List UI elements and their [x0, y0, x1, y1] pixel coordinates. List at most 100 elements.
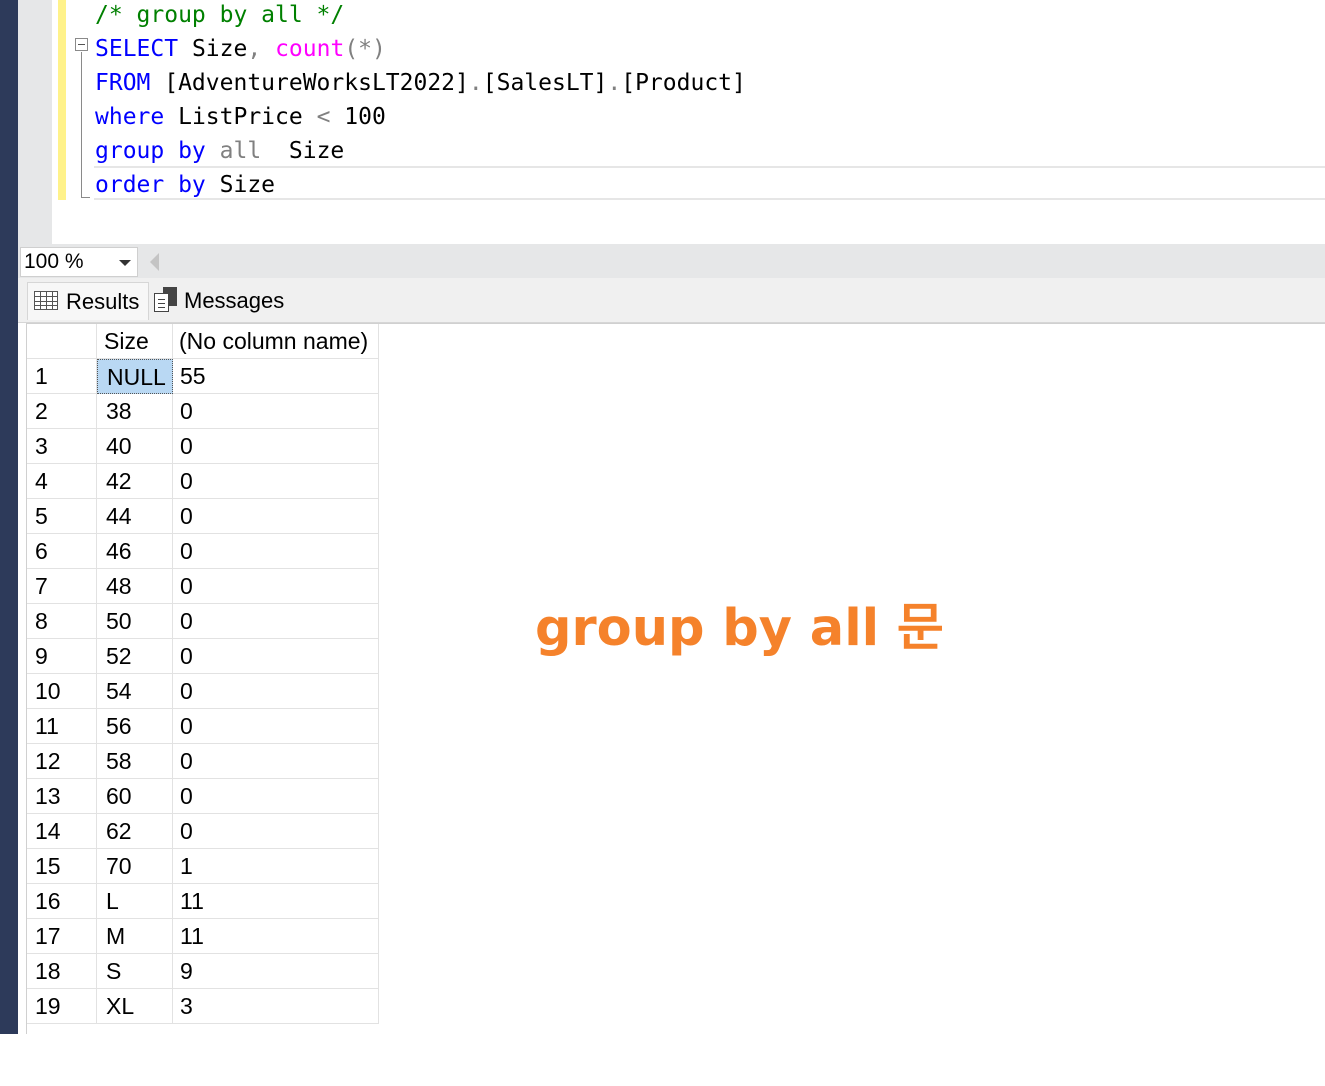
code-token: Size [261, 138, 345, 164]
row-number-cell[interactable]: 1 [27, 359, 97, 394]
chevron-down-icon[interactable] [119, 260, 131, 266]
size-cell[interactable]: 44 [97, 499, 173, 534]
row-number-cell[interactable]: 5 [27, 499, 97, 534]
row-number-cell[interactable]: 4 [27, 464, 97, 499]
size-cell[interactable]: M [97, 919, 173, 954]
size-cell[interactable]: 46 [97, 534, 173, 569]
code-token: [Product] [621, 70, 746, 96]
count-cell[interactable]: 0 [173, 744, 379, 779]
size-cell[interactable]: 52 [97, 639, 173, 674]
row-number-cell[interactable]: 8 [27, 604, 97, 639]
count-cell[interactable]: 0 [173, 779, 379, 814]
annotation-caption: group by all 문 [535, 599, 944, 658]
query-editor[interactable]: /* group by all */ SELECT Size, count(*) F… [18, 0, 1325, 244]
code-token: where [95, 104, 165, 130]
count-cell[interactable]: 3 [173, 989, 379, 1024]
sql-code[interactable]: /* group by all */ SELECT Size, count(*) F… [95, 0, 746, 204]
count-cell[interactable]: 0 [173, 674, 379, 709]
code-token: Size [178, 36, 248, 62]
column-header[interactable]: Size [97, 324, 173, 359]
row-number-cell[interactable]: 10 [27, 674, 97, 709]
code-token: ListPrice [164, 104, 317, 130]
size-cell[interactable]: 48 [97, 569, 173, 604]
collapse-icon[interactable] [75, 38, 88, 51]
count-cell[interactable]: 0 [173, 394, 379, 429]
code-token: 100 [330, 104, 386, 130]
code-token: < [316, 104, 331, 130]
code-line[interactable]: FROM [AdventureWorksLT2022].[SalesLT].[P… [95, 68, 746, 102]
tab-messages[interactable]: Messages [154, 282, 304, 320]
size-cell[interactable]: 38 [97, 394, 173, 429]
code-token: FROM [95, 70, 151, 96]
count-cell[interactable]: 9 [173, 954, 379, 989]
results-grid-area: Size (No column name) 1 NULL 55 2 38 0 3 40 0 4 42… [26, 323, 1325, 1034]
size-cell[interactable]: L [97, 884, 173, 919]
count-cell[interactable]: 1 [173, 849, 379, 884]
code-line[interactable]: /* group by all */ [95, 0, 746, 34]
outline-line [81, 52, 82, 198]
row-number-cell[interactable]: 9 [27, 639, 97, 674]
code-line[interactable]: order by Size [95, 170, 746, 204]
row-number-cell[interactable]: 11 [27, 709, 97, 744]
size-cell[interactable]: 42 [97, 464, 173, 499]
size-cell[interactable]: 56 [97, 709, 173, 744]
code-token: group by [95, 138, 206, 164]
size-cell[interactable]: 58 [97, 744, 173, 779]
row-number-cell[interactable]: 3 [27, 429, 97, 464]
row-number-cell[interactable]: 2 [27, 394, 97, 429]
column-header[interactable]: (No column name) [173, 324, 379, 359]
count-cell[interactable]: 0 [173, 709, 379, 744]
count-cell[interactable]: 0 [173, 604, 379, 639]
size-cell[interactable]: XL [97, 989, 173, 1024]
grid-icon [34, 291, 58, 311]
row-number-cell[interactable]: 17 [27, 919, 97, 954]
count-cell[interactable]: 0 [173, 814, 379, 849]
editor-status-strip: 100 % [18, 244, 1325, 278]
row-number-cell[interactable]: 13 [27, 779, 97, 814]
size-cell[interactable]: S [97, 954, 173, 989]
code-token: [SalesLT] [482, 70, 608, 96]
count-cell[interactable]: 55 [173, 359, 379, 394]
code-line[interactable]: group by all Size [95, 136, 746, 170]
size-cell[interactable]: 70 [97, 849, 173, 884]
count-cell[interactable]: 0 [173, 534, 379, 569]
count-cell[interactable]: 0 [173, 569, 379, 604]
size-cell[interactable]: 62 [97, 814, 173, 849]
tab-results-label: Results [66, 289, 140, 314]
size-cell[interactable]: 60 [97, 779, 173, 814]
count-cell[interactable]: 0 [173, 499, 379, 534]
size-cell[interactable]: 40 [97, 429, 173, 464]
size-cell[interactable]: 54 [97, 674, 173, 709]
count-cell[interactable]: 0 [173, 639, 379, 674]
row-number-cell[interactable]: 18 [27, 954, 97, 989]
code-line[interactable]: where ListPrice < 100 [95, 102, 746, 136]
messages-icon [154, 287, 178, 313]
code-token: [AdventureWorksLT2022] [150, 70, 469, 96]
row-number-header[interactable] [27, 324, 97, 359]
row-number-cell[interactable]: 7 [27, 569, 97, 604]
row-number-cell[interactable]: 19 [27, 989, 97, 1024]
scroll-left-icon[interactable] [150, 253, 159, 271]
tab-results[interactable]: Results [27, 282, 149, 320]
count-cell[interactable]: 0 [173, 464, 379, 499]
row-number-cell[interactable]: 14 [27, 814, 97, 849]
code-token: /* group by all */ [95, 2, 345, 28]
tab-messages-label: Messages [184, 288, 285, 313]
count-cell[interactable]: 11 [173, 919, 379, 954]
row-number-cell[interactable]: 16 [27, 884, 97, 919]
row-number-cell[interactable]: 12 [27, 744, 97, 779]
outline-end [81, 197, 90, 198]
code-line[interactable]: SELECT Size, count(*) [95, 34, 746, 68]
size-cell[interactable]: 50 [97, 604, 173, 639]
results-tabs: Results Messages [18, 278, 1325, 323]
code-token: . [607, 70, 622, 96]
zoom-dropdown[interactable]: 100 % [20, 247, 138, 277]
count-cell[interactable]: 11 [173, 884, 379, 919]
row-number-cell[interactable]: 15 [27, 849, 97, 884]
code-token: . [468, 70, 483, 96]
size-cell[interactable]: NULL [97, 359, 173, 394]
row-number-cell[interactable]: 6 [27, 534, 97, 569]
count-cell[interactable]: 0 [173, 429, 379, 464]
